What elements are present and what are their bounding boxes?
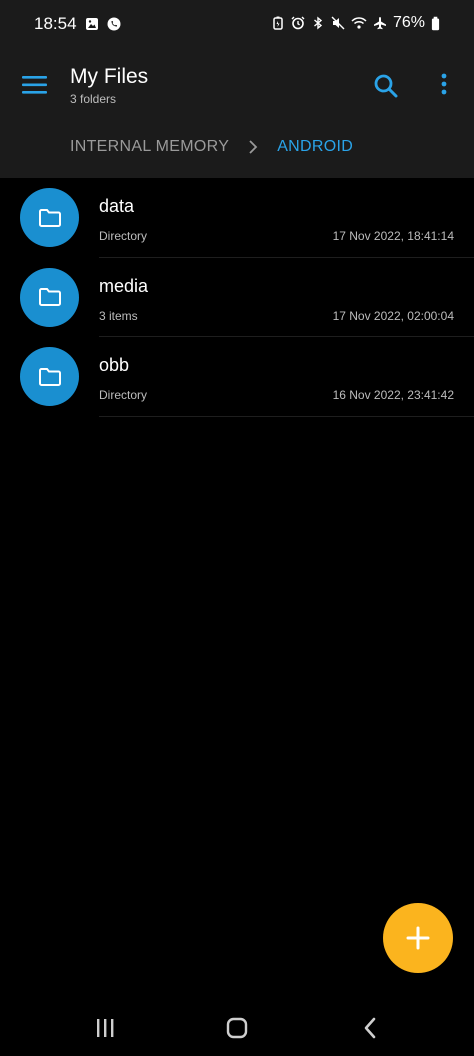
battery-icon	[431, 16, 440, 30]
folder-avatar	[20, 347, 79, 406]
back-icon	[364, 1017, 376, 1039]
menu-button[interactable]	[20, 72, 50, 98]
file-date: 16 Nov 2022, 23:41:42	[332, 388, 454, 402]
breadcrumb-item-internal-memory[interactable]: INTERNAL MEMORY	[70, 138, 229, 156]
back-button[interactable]	[355, 1015, 387, 1041]
file-date: 17 Nov 2022, 02:00:04	[332, 308, 454, 323]
folder-avatar	[20, 188, 79, 247]
app-bar: My Files 3 folders INTERNAL MEMORY ANDRO…	[0, 50, 474, 178]
file-date: 17 Nov 2022, 18:41:14	[332, 229, 454, 243]
status-right: 76%	[271, 14, 440, 32]
plus-icon	[406, 926, 430, 950]
gallery-icon	[85, 18, 98, 30]
hamburger-icon	[22, 76, 47, 94]
airplane-icon	[373, 17, 386, 30]
file-list: data Directory 17 Nov 2022, 18:41:14 med…	[0, 178, 474, 417]
page-title: My Files	[70, 65, 149, 88]
list-item[interactable]: obb Directory 16 Nov 2022, 23:41:42	[0, 337, 474, 417]
divider	[99, 415, 474, 417]
wifi-icon	[351, 17, 367, 29]
folder-icon	[38, 288, 61, 306]
mute-icon	[331, 16, 345, 30]
breadcrumb: INTERNAL MEMORY ANDROID	[70, 138, 353, 156]
recents-icon	[97, 1019, 114, 1037]
bluetooth-icon	[314, 16, 323, 30]
file-name: media	[99, 275, 149, 296]
title-block: My Files 3 folders	[70, 64, 148, 106]
battery-saver-icon	[273, 16, 283, 30]
status-time: 18:54	[34, 14, 77, 33]
file-meta: Directory	[99, 229, 148, 243]
search-icon	[374, 74, 398, 98]
home-icon	[226, 1017, 248, 1039]
more-options-button[interactable]	[434, 70, 454, 100]
list-item[interactable]: media 3 items 17 Nov 2022, 02:00:04	[0, 258, 474, 337]
status-bar: 18:54 76%	[0, 0, 474, 50]
file-meta: Directory	[99, 388, 148, 402]
search-button[interactable]	[372, 72, 400, 100]
battery-percent: 76%	[392, 14, 425, 31]
file-name: data	[99, 196, 135, 216]
file-meta: 3 items	[99, 308, 138, 323]
recents-button[interactable]	[89, 1015, 121, 1041]
chevron-right-icon	[249, 140, 258, 154]
page-subtitle: 3 folders	[70, 92, 117, 106]
home-button[interactable]	[221, 1015, 253, 1041]
navigation-bar	[0, 1000, 474, 1056]
more-vert-icon	[441, 73, 447, 95]
folder-icon	[38, 367, 61, 386]
file-name: obb	[99, 355, 130, 375]
folder-avatar	[20, 267, 79, 327]
add-fab-button[interactable]	[383, 903, 453, 973]
folder-icon	[38, 208, 61, 227]
phone-icon	[107, 17, 121, 31]
list-item[interactable]: data Directory 17 Nov 2022, 18:41:14	[0, 178, 474, 258]
status-left: 18:54	[34, 14, 121, 34]
alarm-icon	[291, 16, 305, 30]
breadcrumb-item-android[interactable]: ANDROID	[277, 138, 353, 156]
